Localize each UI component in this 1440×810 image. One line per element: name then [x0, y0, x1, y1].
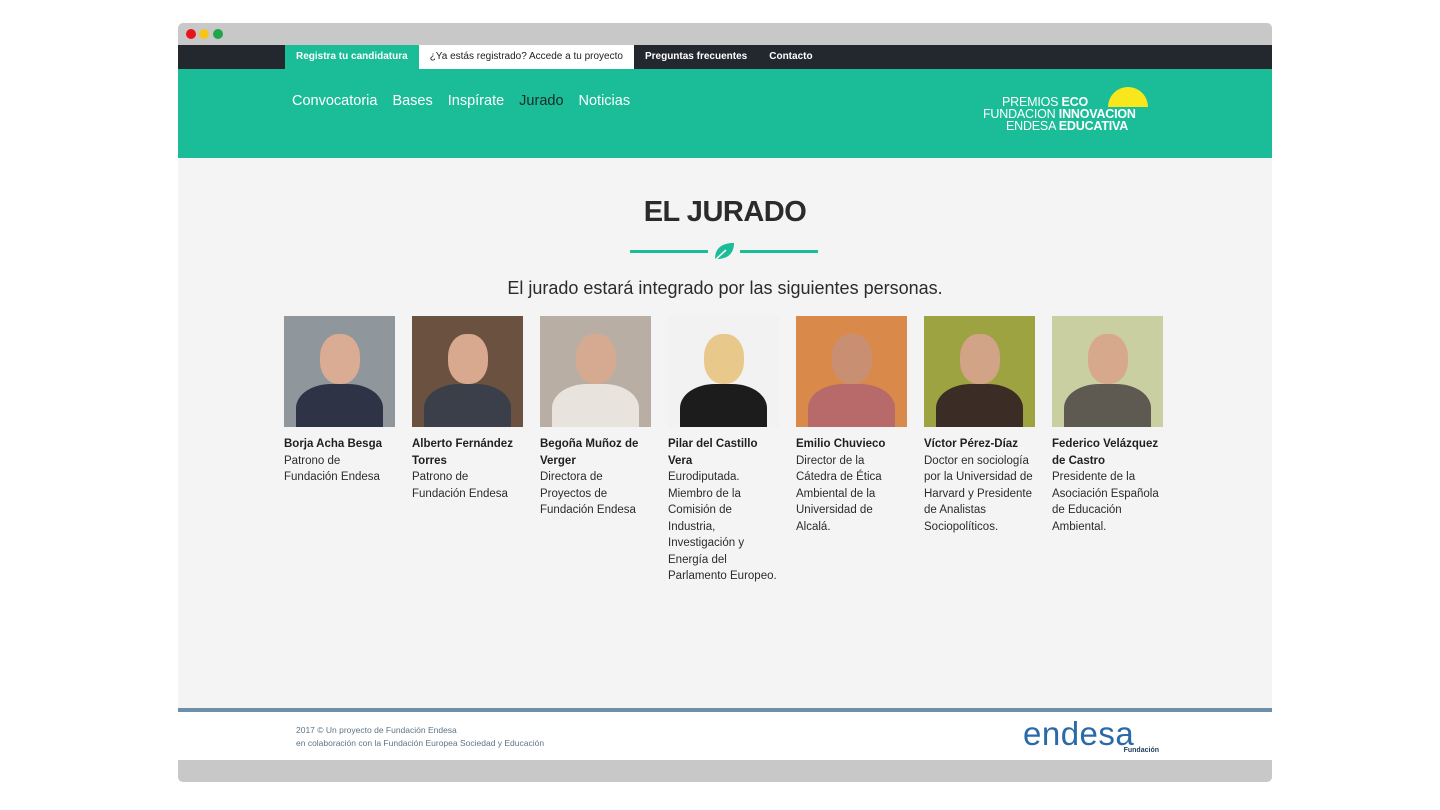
premios-logo[interactable]: PREMIOS ECO FUNDACION INNOVACION ENDESA … — [980, 87, 1160, 137]
site-header: Convocatoria Bases Inspírate Jurado Noti… — [178, 69, 1272, 158]
browser-window: Registra tu candidatura ¿Ya estás regist… — [178, 23, 1272, 782]
member-role: Directora de Proyectos de Fundación Ende… — [540, 471, 636, 516]
member-name: Federico Velázquez de Castro — [1052, 438, 1159, 467]
footer-line: en colaboración con la Fundación Europea… — [296, 738, 545, 748]
member-photo — [1052, 316, 1163, 427]
member-photo — [924, 316, 1035, 427]
page-title: EL JURADO — [643, 196, 807, 228]
top-nav: Registra tu candidatura ¿Ya estás regist… — [285, 45, 824, 69]
nav-noticias[interactable]: Noticias — [579, 93, 631, 109]
contact-link[interactable]: Contacto — [758, 45, 823, 69]
member-role: Patrono de Fundación Endesa — [284, 454, 380, 484]
member-role: Eurodiputada. Miembro de la Comisión de … — [668, 471, 777, 582]
minimize-window-button[interactable] — [199, 29, 209, 39]
leaf-icon — [713, 243, 734, 262]
top-bar: Registra tu candidatura ¿Ya estás regist… — [178, 45, 1272, 69]
jury-member: Federico Velázquez de Castro Presidente … — [1052, 316, 1163, 585]
endesa-logo-sub: Fundación — [1123, 747, 1159, 754]
maximize-window-button[interactable] — [213, 29, 223, 39]
jury-member: Begoña Muñoz de Verger Directora de Proy… — [540, 316, 651, 585]
main-nav: Convocatoria Bases Inspírate Jurado Noti… — [292, 93, 630, 109]
title-divider — [630, 240, 818, 262]
member-name: Alberto Fernández Torres — [412, 438, 513, 467]
member-name: Begoña Muñoz de Verger — [540, 438, 639, 467]
member-role: Director de la Cátedra de Ética Ambienta… — [796, 454, 882, 533]
nav-inspirate[interactable]: Inspírate — [448, 93, 504, 109]
title-bar — [178, 23, 1272, 45]
faq-link[interactable]: Preguntas frecuentes — [634, 45, 758, 69]
page-subtitle: El jurado estará integrado por las sigui… — [507, 278, 943, 298]
member-role: Doctor en sociología por la Universidad … — [924, 454, 1033, 533]
member-name: Víctor Pérez-Díaz — [924, 438, 1018, 450]
member-role: Presidente de la Asociación Española de … — [1052, 471, 1159, 533]
endesa-logo[interactable]: endesa Fundación — [1023, 715, 1163, 759]
member-photo — [796, 316, 907, 427]
main-content: EL JURADO El jurado estará integrado por… — [178, 158, 1272, 708]
close-window-button[interactable] — [186, 29, 196, 39]
nav-bases[interactable]: Bases — [392, 93, 432, 109]
member-photo — [284, 316, 395, 427]
member-photo — [540, 316, 651, 427]
logo-text-bold: EDUCATIVA — [1058, 119, 1129, 133]
register-link[interactable]: Registra tu candidatura — [285, 45, 419, 69]
jury-member: Pilar del Castillo Vera Eurodiputada. Mi… — [668, 316, 779, 585]
member-role: Patrono de Fundación Endesa — [412, 471, 508, 500]
jury-member: Víctor Pérez-Díaz Doctor en sociología p… — [924, 316, 1035, 585]
bottom-bar — [178, 760, 1272, 782]
login-link[interactable]: ¿Ya estás registrado? Accede a tu proyec… — [418, 45, 634, 69]
member-name: Pilar del Castillo Vera — [668, 438, 758, 467]
site-footer: 2017 © Un proyecto de Fundación Endesa e… — [178, 708, 1272, 760]
member-photo — [412, 316, 523, 427]
footer-line: 2017 © Un proyecto de Fundación Endesa — [296, 725, 457, 735]
footer-copyright: 2017 © Un proyecto de Fundación Endesa e… — [296, 724, 544, 750]
jury-member: Emilio Chuvieco Director de la Cátedra d… — [796, 316, 907, 585]
member-photo — [668, 316, 779, 427]
member-name: Borja Acha Besga — [284, 438, 382, 450]
jury-member: Borja Acha Besga Patrono de Fundación En… — [284, 316, 395, 585]
nav-jurado[interactable]: Jurado — [519, 93, 563, 109]
member-name: Emilio Chuvieco — [796, 438, 886, 450]
endesa-logo-word: endesa — [1023, 715, 1135, 752]
jury-list: Borja Acha Besga Patrono de Fundación En… — [284, 316, 1163, 585]
logo-text: ENDESA — [1006, 119, 1056, 133]
nav-convocatoria[interactable]: Convocatoria — [292, 93, 377, 109]
jury-member: Alberto Fernández Torres Patrono de Fund… — [412, 316, 523, 585]
